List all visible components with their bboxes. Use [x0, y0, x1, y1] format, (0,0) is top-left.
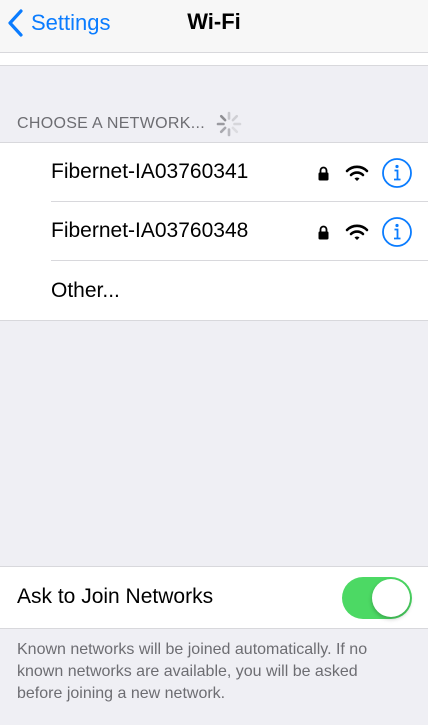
top-section-cell: [0, 53, 428, 66]
lock-icon: [318, 225, 329, 240]
other-network-label: Other...: [51, 278, 120, 302]
footer-note: Known networks will be joined automatica…: [17, 641, 368, 702]
info-icon[interactable]: [381, 216, 413, 248]
lock-icon: [318, 166, 329, 181]
network-name: Fibernet-IA03760341: [51, 160, 249, 183]
navigation-bar: Settings Wi-Fi: [0, 0, 428, 53]
network-row[interactable]: Fibernet-IA03760341: [51, 143, 428, 202]
toggle-knob: [372, 579, 410, 617]
page-title: Wi-Fi: [187, 9, 241, 34]
network-row[interactable]: Fibernet-IA03760348: [51, 202, 428, 261]
wifi-icon: [345, 224, 369, 240]
spinner-icon: [216, 111, 242, 137]
network-list: Fibernet-IA03760341 Fibernet-IA03760348: [0, 142, 428, 321]
ask-to-join-toggle[interactable]: [342, 577, 412, 619]
section-header: CHOOSE A NETWORK...: [17, 110, 243, 138]
ask-to-join-cell: Ask to Join Networks: [0, 566, 428, 629]
other-network-row[interactable]: Other...: [51, 261, 428, 320]
network-name: Fibernet-IA03760348: [51, 219, 249, 242]
section-header-label: CHOOSE A NETWORK...: [17, 115, 205, 132]
info-icon[interactable]: [381, 157, 413, 189]
ask-to-join-label: Ask to Join Networks: [17, 585, 214, 608]
wifi-icon: [345, 165, 369, 181]
